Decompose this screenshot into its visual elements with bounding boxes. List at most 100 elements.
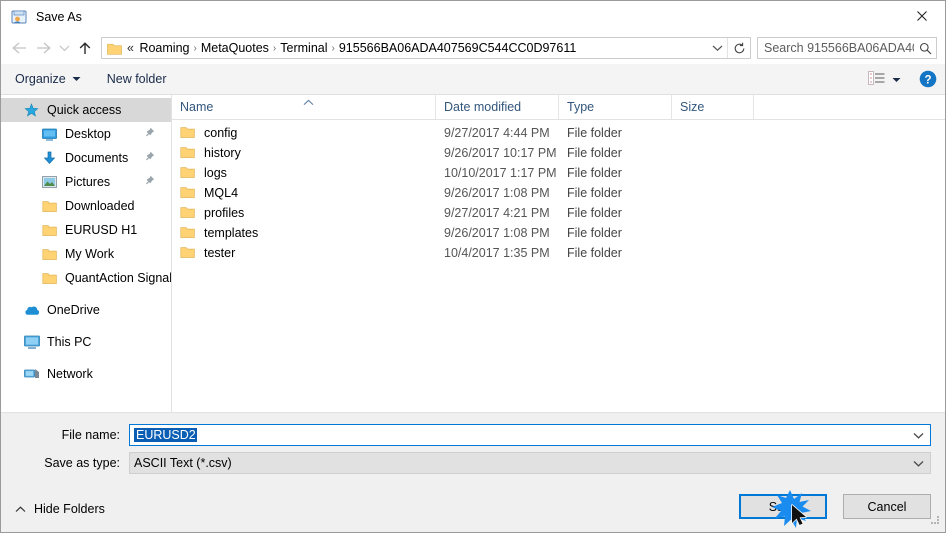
save-as-type-label: Save as type:: [44, 456, 120, 470]
view-mode-button[interactable]: [868, 70, 901, 88]
sidebar-item-desktop[interactable]: Desktop: [1, 122, 171, 146]
search-input[interactable]: Search 915566BA06ADA40756...: [757, 37, 937, 59]
table-row[interactable]: tester 10/4/2017 1:35 PM File folder: [172, 243, 945, 263]
sidebar-item-label: QuantAction Signal: [65, 271, 172, 285]
dialog-footer: Hide Folders Save Cancel: [1, 486, 945, 532]
column-header-date-modified[interactable]: Date modified: [436, 95, 559, 119]
breadcrumb-item-terminal[interactable]: Terminal: [277, 41, 330, 55]
file-name-cell: profiles: [172, 206, 436, 220]
pin-icon[interactable]: [144, 151, 155, 166]
refresh-icon[interactable]: [727, 38, 750, 58]
cancel-button[interactable]: Cancel: [843, 494, 931, 519]
file-name-label: history: [204, 146, 241, 160]
table-row[interactable]: history 9/26/2017 10:17 PM File folder: [172, 143, 945, 163]
sidebar-item-my-work[interactable]: My Work: [1, 242, 171, 266]
sidebar-item-label: My Work: [65, 247, 115, 261]
column-header-type[interactable]: Type: [559, 95, 672, 119]
file-name-cell: logs: [172, 166, 436, 180]
network-icon: [23, 366, 40, 382]
table-row[interactable]: templates 9/26/2017 1:08 PM File folder: [172, 223, 945, 243]
sidebar-item-pictures[interactable]: Pictures: [1, 170, 171, 194]
breadcrumb-item-metaquotes[interactable]: MetaQuotes: [198, 41, 272, 55]
save-form: File name: EURUSD2 Save as type: ASCII T…: [1, 412, 945, 486]
save-label: Save: [768, 499, 798, 514]
navigation-sidebar: Quick access Desktop Documents Pictures …: [1, 95, 172, 412]
folder-icon: [180, 126, 196, 140]
column-header-label: Type: [567, 100, 595, 114]
navigation-bar: « Roaming › MetaQuotes › Terminal › 9155…: [1, 32, 945, 64]
chevron-down-icon[interactable]: [906, 432, 930, 439]
hide-folders-button[interactable]: Hide Folders: [15, 502, 105, 516]
sidebar-item-quantaction-signal[interactable]: QuantAction Signal: [1, 266, 171, 290]
file-name-label: templates: [204, 226, 259, 240]
pin-icon[interactable]: [144, 127, 155, 142]
file-type-cell: File folder: [567, 226, 622, 240]
back-button[interactable]: [7, 36, 31, 60]
file-date-cell: 9/26/2017 1:08 PM: [444, 226, 550, 240]
table-row[interactable]: config 9/27/2017 4:44 PM File folder: [172, 123, 945, 143]
sidebar-item-downloaded[interactable]: Downloaded: [1, 194, 171, 218]
file-type-cell: File folder: [567, 126, 622, 140]
breadcrumb-overflow[interactable]: «: [126, 41, 136, 55]
file-name-label: profiles: [204, 206, 245, 220]
pin-icon[interactable]: [144, 175, 155, 190]
forward-button[interactable]: [31, 36, 55, 60]
column-header-size[interactable]: Size: [672, 95, 754, 119]
address-bar[interactable]: « Roaming › MetaQuotes › Terminal › 9155…: [101, 37, 751, 59]
folder-icon: [107, 42, 122, 55]
thispc-icon: [23, 334, 40, 350]
file-name-cell: templates: [172, 226, 436, 240]
table-row[interactable]: logs 10/10/2017 1:17 PM File folder: [172, 163, 945, 183]
sidebar-item-network[interactable]: Network: [1, 362, 171, 386]
file-date-cell: 9/26/2017 10:17 PM: [444, 146, 557, 160]
file-list-pane: Name Date modified Type Size config 9/27…: [172, 95, 945, 412]
file-name-label: File name:: [61, 428, 120, 442]
save-as-type-value: ASCII Text (*.csv): [134, 456, 232, 470]
table-row[interactable]: profiles 9/27/2017 4:21 PM File folder: [172, 203, 945, 223]
chevron-up-icon: [15, 505, 26, 513]
column-header-name[interactable]: Name: [172, 95, 436, 119]
folder-icon: [41, 270, 58, 286]
save-as-type-select[interactable]: ASCII Text (*.csv): [129, 452, 931, 474]
sidebar-item-label: EURUSD H1: [65, 223, 138, 237]
sidebar-item-this-pc[interactable]: This PC: [1, 330, 171, 354]
resize-grip[interactable]: [929, 514, 941, 529]
sidebar-item-eurusd-h1[interactable]: EURUSD H1: [1, 218, 171, 242]
file-date-cell: 9/26/2017 1:08 PM: [444, 186, 550, 200]
file-type-cell: File folder: [567, 186, 622, 200]
file-name-input[interactable]: EURUSD2: [129, 424, 931, 446]
sidebar-item-documents[interactable]: Documents: [1, 146, 171, 170]
file-name-value-wrap: EURUSD2: [130, 428, 906, 442]
file-type-cell: File folder: [567, 166, 622, 180]
pictures-icon: [41, 174, 58, 190]
sidebar-item-label: Network: [47, 367, 93, 381]
new-folder-label: New folder: [106, 72, 167, 86]
close-icon[interactable]: [899, 1, 945, 31]
table-row[interactable]: MQL4 9/26/2017 1:08 PM File folder: [172, 183, 945, 203]
chevron-down-icon[interactable]: [906, 460, 930, 467]
file-name-label: config: [204, 126, 238, 140]
sidebar-item-quick-access[interactable]: Quick access: [1, 98, 171, 122]
new-folder-button[interactable]: New folder: [107, 72, 167, 86]
help-button[interactable]: ?: [919, 70, 937, 88]
save-as-icon: [11, 9, 27, 25]
command-bar: Organize New folder ?: [1, 64, 945, 95]
folder-icon: [180, 186, 196, 200]
column-header-label: Name: [180, 100, 214, 114]
save-button[interactable]: Save: [739, 494, 827, 519]
breadcrumb-item-roaming[interactable]: Roaming: [136, 41, 192, 55]
up-button[interactable]: [73, 36, 97, 60]
footer-buttons: Save Cancel: [739, 494, 931, 519]
sidebar-item-onedrive[interactable]: OneDrive: [1, 298, 171, 322]
column-header-label: Size: [680, 100, 705, 114]
recent-locations-icon[interactable]: [55, 36, 73, 60]
column-headers: Name Date modified Type Size: [172, 95, 945, 120]
file-date-cell: 9/27/2017 4:44 PM: [444, 126, 550, 140]
organize-button[interactable]: Organize: [15, 72, 81, 86]
sidebar-item-label: Quick access: [47, 103, 122, 117]
chevron-down-icon[interactable]: [707, 44, 727, 52]
breadcrumb-item-instance[interactable]: 915566BA06ADA407569C544CC0D97611: [336, 41, 579, 55]
file-name-cell: tester: [172, 246, 436, 260]
